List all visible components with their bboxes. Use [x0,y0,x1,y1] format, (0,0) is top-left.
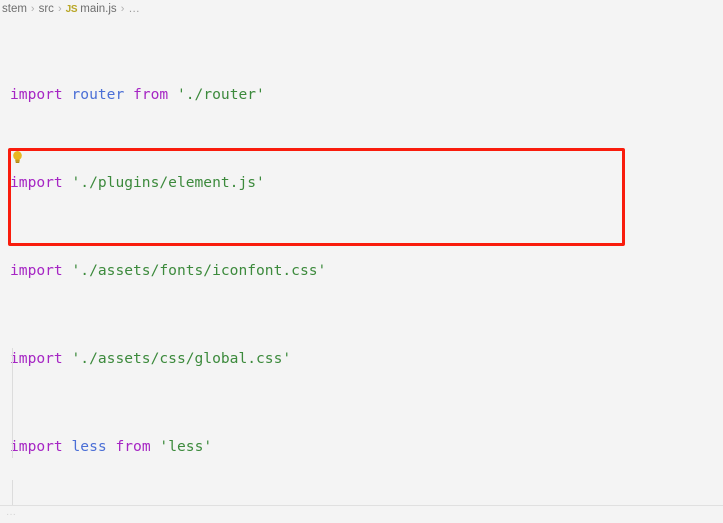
code-editor: stem › src › JS main.js › … import route… [0,0,723,523]
code-line[interactable]: import less from 'less' [0,436,723,458]
status-strip: ··· [0,506,723,523]
breadcrumb-item-overflow[interactable]: … [128,3,140,15]
js-file-icon: JS [65,3,78,15]
breadcrumb-item-folder-src[interactable]: src [39,3,54,15]
breadcrumb-item-folder-stem[interactable]: stem [2,3,27,15]
lightbulb-quickfix-icon[interactable] [11,150,24,165]
breadcrumb-separator-icon: › [30,3,35,15]
code-line[interactable]: import './assets/css/global.css' [0,348,723,370]
indent-guide [12,348,13,458]
code-line[interactable]: import './plugins/element.js' [0,172,723,194]
code-line[interactable]: import router from './router' [0,84,723,106]
breadcrumb[interactable]: stem › src › JS main.js › … [0,0,723,19]
breadcrumb-item-file-mainjs[interactable]: main.js [80,3,116,15]
code-line[interactable]: import './assets/fonts/iconfont.css' [0,260,723,282]
code-content[interactable]: import router from './router' import './… [0,18,723,523]
breadcrumb-separator-icon: › [120,3,125,15]
status-ghost-text: ··· [6,509,16,520]
breadcrumb-separator-icon: › [57,3,62,15]
lightbulb-glyph [13,151,22,163]
